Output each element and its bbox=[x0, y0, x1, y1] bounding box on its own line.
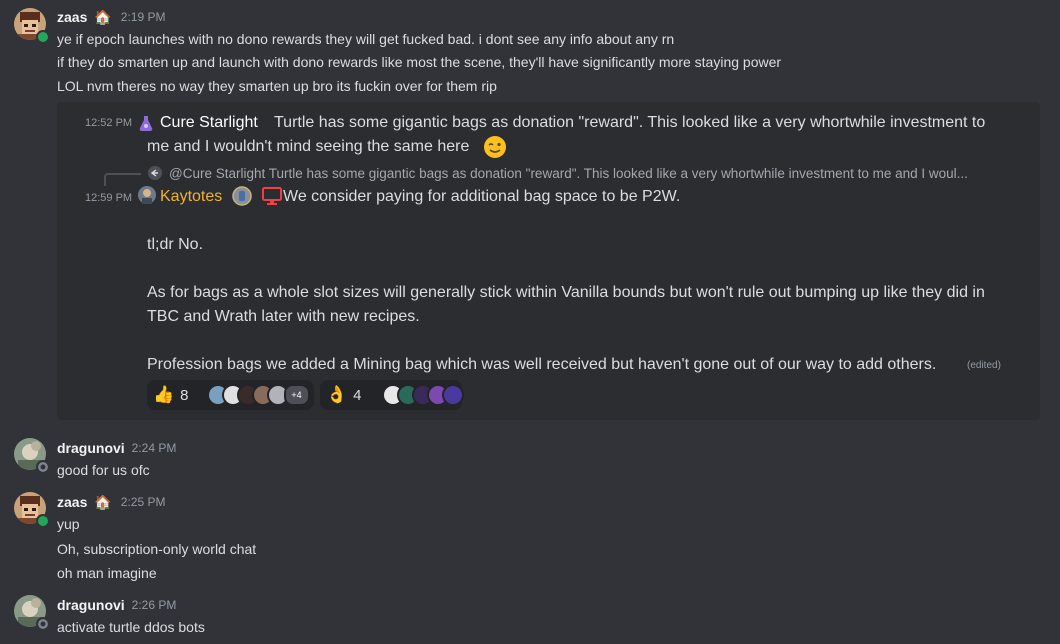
message-header: dragunovi 2:26 PM bbox=[57, 597, 176, 613]
timestamp[interactable]: 12:59 PM bbox=[85, 192, 132, 204]
reply-arrow-icon bbox=[148, 166, 162, 180]
username[interactable]: zaas bbox=[57, 9, 87, 25]
message-text: oh man imagine bbox=[57, 565, 157, 581]
quote-author-name[interactable]: Kaytotes bbox=[160, 188, 222, 206]
reply-reference[interactable]: @Cure Starlight Turtle has some gigantic… bbox=[169, 166, 968, 181]
reaction-count: 8 bbox=[180, 386, 189, 404]
monitor-icon bbox=[262, 187, 282, 205]
role-badge-icon bbox=[232, 186, 252, 206]
message-text: if they do smarten up and launch with do… bbox=[57, 54, 782, 70]
avatar[interactable] bbox=[14, 438, 50, 474]
house-icon: 🏠 bbox=[94, 494, 112, 510]
message-text: activate turtle ddos bots bbox=[57, 619, 205, 635]
quote-author-name[interactable]: Cure Starlight bbox=[160, 114, 258, 132]
message-header: zaas 🏠 2:25 PM bbox=[57, 494, 166, 510]
house-icon: 🏠 bbox=[94, 9, 112, 25]
timestamp[interactable]: 2:24 PM bbox=[132, 441, 177, 455]
message-text: LOL nvm theres no way they smarten up br… bbox=[57, 78, 497, 94]
quote-text: TBC and Wrath later with new recipes. bbox=[147, 308, 420, 325]
offline-status-icon bbox=[36, 460, 50, 474]
timestamp[interactable]: 12:52 PM bbox=[85, 117, 132, 129]
more-reactors-badge: +4 bbox=[283, 384, 310, 406]
message-text: Oh, subscription-only world chat bbox=[57, 541, 257, 557]
wink-emoji-icon[interactable] bbox=[483, 135, 507, 159]
message-text: good for us ofc bbox=[57, 462, 150, 478]
quote-text: We consider paying for additional bag sp… bbox=[283, 188, 681, 205]
avatar bbox=[441, 384, 464, 406]
ok-hand-icon: 👌 bbox=[326, 385, 348, 404]
timestamp[interactable]: 2:19 PM bbox=[121, 10, 166, 24]
reaction-thumbs-up[interactable]: 👍 8 +4 bbox=[147, 380, 314, 410]
online-status-icon bbox=[36, 30, 50, 44]
reaction-ok-hand[interactable]: 👌 4 bbox=[320, 380, 464, 410]
reactor-avatars bbox=[381, 384, 464, 406]
avatar[interactable] bbox=[14, 492, 50, 528]
reply-spine-icon bbox=[104, 173, 141, 186]
username[interactable]: zaas bbox=[57, 494, 87, 510]
avatar[interactable] bbox=[14, 595, 50, 631]
thumbs-up-icon: 👍 bbox=[153, 385, 175, 404]
avatar[interactable] bbox=[14, 8, 50, 44]
message-header: zaas 🏠 2:19 PM bbox=[57, 9, 166, 25]
username[interactable]: dragunovi bbox=[57, 597, 125, 613]
message-text: ye if epoch launches with no dono reward… bbox=[57, 31, 675, 47]
message-header: dragunovi 2:24 PM bbox=[57, 440, 176, 456]
username[interactable]: dragunovi bbox=[57, 440, 125, 456]
quote-text: As for bags as a whole slot sizes will g… bbox=[147, 284, 985, 301]
quote-text: Turtle has some gigantic bags as donatio… bbox=[274, 114, 986, 131]
online-status-icon bbox=[36, 514, 50, 528]
quote-text: Profession bags we added a Mining bag wh… bbox=[147, 356, 937, 373]
avatar[interactable] bbox=[138, 186, 156, 204]
quote-text: tl;dr No. bbox=[147, 236, 204, 253]
reaction-count: 4 bbox=[353, 386, 362, 404]
potion-icon bbox=[139, 115, 153, 132]
message-text: yup bbox=[57, 516, 80, 532]
timestamp[interactable]: 2:25 PM bbox=[121, 495, 166, 509]
timestamp[interactable]: 2:26 PM bbox=[132, 598, 177, 612]
quote-text: me and I wouldn't mind seeing the same h… bbox=[147, 138, 470, 155]
edited-label: (edited) bbox=[967, 360, 1001, 371]
reactor-avatars: +4 bbox=[206, 384, 310, 406]
offline-status-icon bbox=[36, 617, 50, 631]
